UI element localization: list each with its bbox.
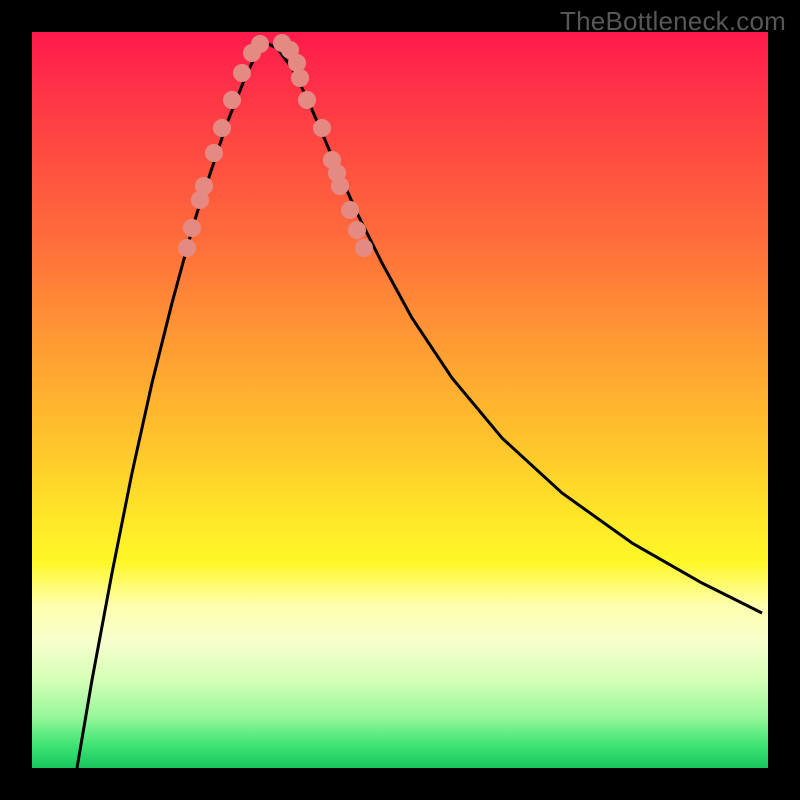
- data-marker: [205, 144, 223, 162]
- data-marker: [251, 35, 269, 53]
- data-marker: [291, 69, 309, 87]
- chart-plot-area: [32, 32, 768, 768]
- data-marker: [183, 219, 201, 237]
- marker-group: [178, 34, 373, 257]
- data-marker: [288, 54, 306, 72]
- chart-frame: TheBottleneck.com: [0, 0, 800, 800]
- curve-group: [77, 42, 762, 768]
- data-marker: [298, 91, 316, 109]
- data-marker: [178, 239, 196, 257]
- data-marker: [313, 119, 331, 137]
- data-marker: [195, 177, 213, 195]
- chart-svg: [32, 32, 768, 768]
- curve-right-branch: [264, 42, 762, 613]
- data-marker: [233, 64, 251, 82]
- data-marker: [213, 119, 231, 137]
- data-marker: [223, 91, 241, 109]
- curve-left-branch: [77, 42, 264, 768]
- watermark-text: TheBottleneck.com: [560, 6, 786, 37]
- data-marker: [348, 221, 366, 239]
- data-marker: [355, 239, 373, 257]
- data-marker: [331, 177, 349, 195]
- data-marker: [341, 201, 359, 219]
